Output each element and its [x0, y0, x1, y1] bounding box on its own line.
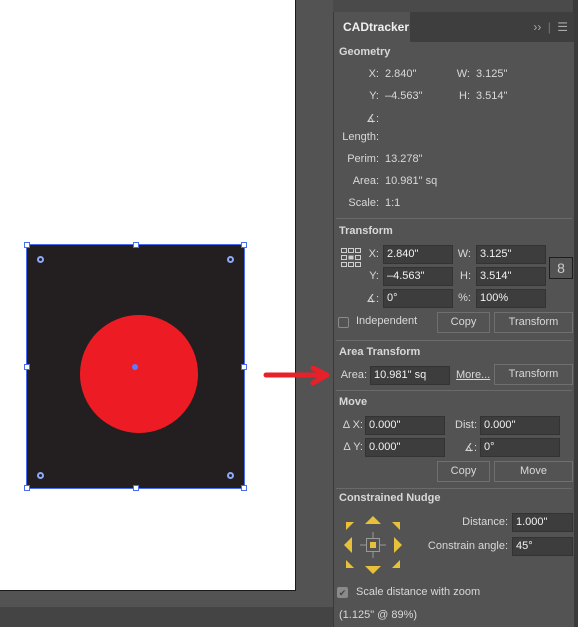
nudge-up-right-icon[interactable]	[392, 522, 400, 530]
nudge-distance-label: Distance:	[462, 516, 508, 528]
independent-checkbox[interactable]	[338, 317, 349, 328]
more-link[interactable]: More...	[456, 369, 490, 381]
transform-x-input[interactable]: 2.840"	[383, 245, 453, 264]
move-dist-input[interactable]: 0.000"	[480, 416, 560, 435]
nudge-angle-label: Constrain angle:	[427, 540, 508, 552]
independent-label: Independent	[356, 315, 418, 327]
transform-h-input[interactable]: 3.514"	[476, 267, 546, 286]
section-divider	[336, 218, 572, 219]
corner-radius-widget[interactable]	[37, 256, 44, 263]
move-dx-label: Δ X:	[342, 419, 363, 431]
area-transform-title: Area Transform	[339, 346, 421, 358]
geometry-h-value: 3.514"	[476, 90, 508, 102]
move-dist-label: Dist:	[455, 419, 477, 431]
panel-dock-top	[333, 0, 578, 12]
geometry-scale-value: 1:1	[385, 197, 401, 209]
transform-percent-label: %:	[458, 292, 471, 304]
geometry-w-value: 3.125"	[476, 68, 508, 80]
transform-percent-input[interactable]: 100%	[476, 289, 546, 308]
geometry-x-label: X:	[368, 68, 379, 80]
corner-radius-widget[interactable]	[37, 472, 44, 479]
handle-bottom-middle[interactable]	[133, 485, 139, 491]
area-transform-area-input[interactable]: 10.981" sq	[370, 366, 450, 385]
canvas-area[interactable]	[0, 0, 333, 627]
corner-radius-widget[interactable]	[227, 472, 234, 479]
geometry-area-value: 10.981" sq	[385, 175, 438, 187]
area-transform-area-label: Area:	[340, 369, 367, 381]
panel-tabbar: CADtracker ›› | ☰	[334, 12, 574, 42]
geometry-length-label: Length:	[342, 131, 379, 143]
nudge-left-icon[interactable]	[344, 537, 352, 553]
move-angle-label: ∡:	[464, 442, 477, 454]
area-transform-button[interactable]: Transform	[494, 364, 573, 385]
handle-middle-right[interactable]	[241, 364, 247, 370]
nudge-right-icon[interactable]	[394, 537, 402, 553]
section-divider	[336, 390, 572, 391]
constrain-proportions-link-icon[interactable]: 8	[549, 257, 573, 279]
tab-cadtracker[interactable]: CADtracker	[334, 12, 410, 42]
geometry-x-value: 2.840"	[385, 68, 417, 80]
reference-point-icon[interactable]	[341, 248, 361, 268]
separator: |	[547, 20, 551, 34]
handle-top-middle[interactable]	[133, 242, 139, 248]
transform-y-label: Y:	[369, 270, 379, 282]
scale-with-zoom-label: Scale distance with zoom	[356, 586, 481, 598]
geometry-perim-value: 13.278"	[385, 153, 423, 165]
nudge-up-left-icon[interactable]	[346, 522, 354, 530]
zoom-readout: (1.125" @ 89%)	[339, 609, 418, 621]
nudge-down-left-icon[interactable]	[346, 560, 354, 568]
section-divider	[336, 488, 572, 489]
red-circle[interactable]	[80, 315, 198, 433]
transform-copy-button[interactable]: Copy	[437, 312, 490, 333]
move-title: Move	[339, 396, 368, 408]
geometry-area-label: Area:	[352, 175, 379, 187]
transform-y-input[interactable]: –4.563"	[383, 267, 453, 286]
transform-button[interactable]: Transform	[494, 312, 573, 333]
nudge-distance-input[interactable]: 1.000"	[512, 513, 573, 532]
geometry-y-label: Y:	[369, 90, 379, 102]
transform-angle-input[interactable]: 0°	[383, 289, 453, 308]
nudge-down-icon[interactable]	[365, 566, 381, 574]
canvas-scrollbar[interactable]	[0, 607, 333, 627]
move-dx-input[interactable]: 0.000"	[365, 416, 445, 435]
corner-radius-widget[interactable]	[227, 256, 234, 263]
handle-middle-left[interactable]	[24, 364, 30, 370]
nudge-title: Constrained Nudge	[339, 492, 441, 504]
hamburger-menu-icon[interactable]: ☰	[557, 20, 568, 34]
geometry-y-value: –4.563"	[385, 90, 423, 102]
scale-with-zoom-checkbox[interactable]: ✔	[337, 587, 348, 598]
transform-title: Transform	[339, 225, 393, 237]
transform-w-input[interactable]: 3.125"	[476, 245, 546, 264]
nudge-angle-input[interactable]: 45°	[512, 537, 573, 556]
geometry-scale-label: Scale:	[348, 197, 379, 209]
center-point	[132, 364, 138, 370]
section-divider	[336, 340, 572, 341]
move-angle-input[interactable]: 0°	[480, 438, 560, 457]
double-chevron-right-icon[interactable]: ››	[533, 20, 541, 34]
red-arrow-annotation	[263, 366, 330, 386]
transform-h-label: H:	[460, 270, 471, 282]
handle-bottom-left[interactable]	[24, 485, 30, 491]
handle-top-left[interactable]	[24, 242, 30, 248]
cadtracker-panel: CADtracker ›› | ☰ Geometry X: 2.840" W: …	[333, 12, 574, 627]
geometry-w-label: W:	[456, 68, 470, 80]
geometry-angle-label: ∡:	[366, 113, 379, 125]
handle-bottom-right[interactable]	[241, 485, 247, 491]
move-dy-label: Δ Y:	[343, 441, 363, 453]
nudge-down-right-icon[interactable]	[392, 560, 400, 568]
geometry-h-label: H:	[459, 90, 470, 102]
nudge-up-icon[interactable]	[365, 516, 381, 524]
transform-x-label: X:	[368, 248, 379, 260]
nudge-pad	[344, 516, 402, 574]
transform-angle-label: ∡:	[366, 293, 379, 305]
handle-top-right[interactable]	[241, 242, 247, 248]
geometry-title: Geometry	[339, 46, 391, 58]
move-button[interactable]: Move	[494, 461, 573, 482]
move-copy-button[interactable]: Copy	[437, 461, 490, 482]
geometry-perim-label: Perim:	[347, 153, 379, 165]
move-dy-input[interactable]: 0.000"	[365, 438, 445, 457]
transform-w-label: W:	[457, 248, 471, 260]
